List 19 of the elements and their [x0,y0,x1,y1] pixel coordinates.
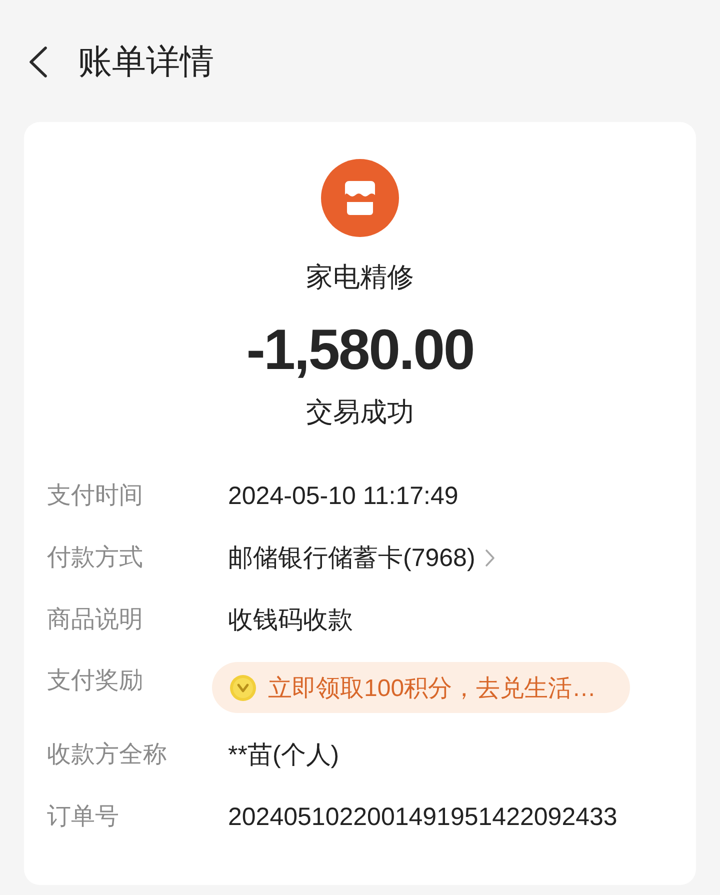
page-title: 账单详情 [78,42,214,83]
detail-value: 收钱码收款 [228,605,353,636]
detail-label: 支付奖励 [47,666,144,696]
merchant-name: 家电精修 [306,261,414,294]
detail-value: **苗(个人) [228,740,340,771]
detail-label: 付款方式 [47,543,144,573]
chevron-right-icon [485,549,496,567]
coin-icon [230,674,256,700]
payment-method-link[interactable]: 邮储银行储蓄卡(7968) [228,540,496,576]
detail-label: 订单号 [47,802,120,832]
back-icon [28,46,48,78]
detail-label: 收款方全称 [47,740,168,770]
detail-label: 支付时间 [47,481,144,511]
detail-value: 2024051022001491951422092433 [228,802,618,833]
amount: -1,580.00 [246,318,474,382]
transaction-status: 交易成功 [306,396,414,429]
store-icon [321,159,399,237]
detail-value: 2024-05-10 11:17:49 [228,481,458,512]
detail-label: 商品说明 [47,605,144,635]
